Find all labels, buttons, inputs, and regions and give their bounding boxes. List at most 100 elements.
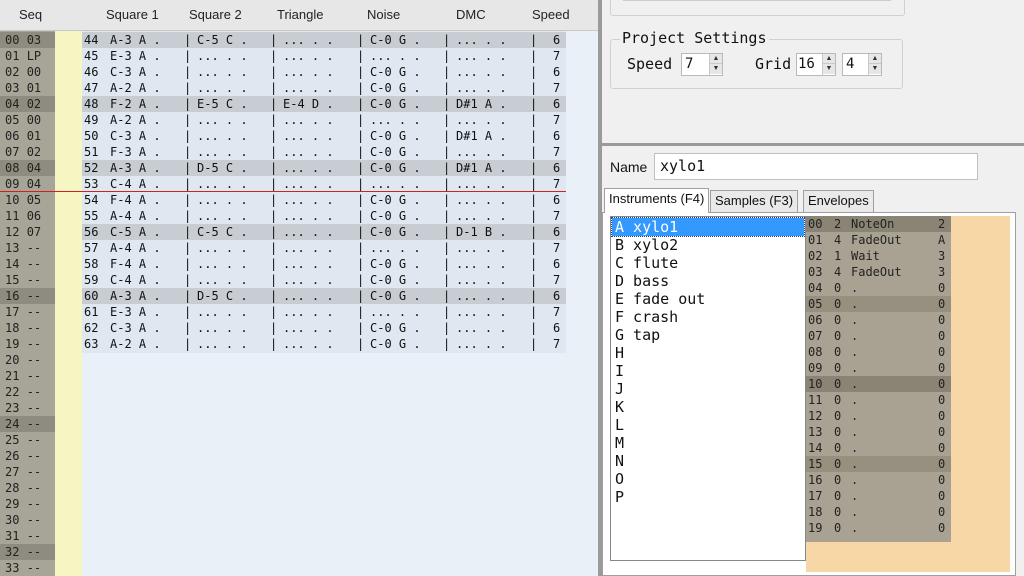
row-number[interactable]: 52 xyxy=(84,160,98,176)
grid-2-up-arrow-icon[interactable]: ▲ xyxy=(869,54,881,64)
top-field[interactable] xyxy=(623,0,891,1)
dmc-cell[interactable]: ... . . xyxy=(456,176,507,192)
square2-cell[interactable]: ... . . xyxy=(197,112,248,128)
triangle-cell[interactable]: ... . . xyxy=(283,192,334,208)
triangle-cell[interactable]: ... . . xyxy=(283,208,334,224)
row-number[interactable]: 46 xyxy=(84,64,98,80)
sequence-row[interactable]: 33 -- xyxy=(0,560,55,576)
row-number[interactable]: 54 xyxy=(84,192,98,208)
square2-cell[interactable]: ... . . xyxy=(197,48,248,64)
speed-cell[interactable]: 6 xyxy=(553,128,560,144)
row-number[interactable]: 63 xyxy=(84,336,98,352)
square2-cell[interactable]: ... . . xyxy=(197,192,248,208)
triangle-cell[interactable]: ... . . xyxy=(283,176,334,192)
pattern-editor[interactable]: Seq Square 1 Square 2 Triangle Noise DMC… xyxy=(0,0,598,576)
dmc-cell[interactable]: ... . . xyxy=(456,272,507,288)
instrument-list-item[interactable]: P xyxy=(612,488,804,506)
square2-cell[interactable]: ... . . xyxy=(197,128,248,144)
dmc-cell[interactable]: ... . . xyxy=(456,112,507,128)
envelope-row[interactable]: 01 4 FadeOut A xyxy=(806,232,951,248)
square1-cell[interactable]: E-3 A . xyxy=(110,48,161,64)
square1-cell[interactable]: A-4 A . xyxy=(110,240,161,256)
speed-cell[interactable]: 7 xyxy=(553,272,560,288)
speed-cell[interactable]: 7 xyxy=(553,240,560,256)
triangle-cell[interactable]: ... . . xyxy=(283,128,334,144)
sequence-row[interactable]: 28 -- xyxy=(0,480,55,496)
sequence-row[interactable]: 00 03 xyxy=(0,32,55,48)
square2-cell[interactable]: ... . . xyxy=(197,272,248,288)
row-number[interactable]: 60 xyxy=(84,288,98,304)
speed-cell[interactable]: 6 xyxy=(553,256,560,272)
speed-cell[interactable]: 7 xyxy=(553,208,560,224)
envelope-row[interactable]: 06 0. 0 xyxy=(806,312,951,328)
speed-cell[interactable]: 6 xyxy=(553,32,560,48)
dmc-cell[interactable]: ... . . xyxy=(456,48,507,64)
speed-cell[interactable]: 6 xyxy=(553,64,560,80)
sequence-row[interactable]: 04 02 xyxy=(0,96,55,112)
noise-cell[interactable]: C-0 G . xyxy=(370,96,421,112)
envelope-row[interactable]: 00 2 NoteOn 2 xyxy=(806,216,951,232)
pattern-row[interactable]: 48 F-2 A . E-5 C . E-4 D . C-0 G . D#1 A . 6 | |… xyxy=(82,96,566,112)
noise-cell[interactable]: C-0 G . xyxy=(370,144,421,160)
pattern-row[interactable]: 62 C-3 A . ... . . ... . . C-0 G . ... . . 6 | |… xyxy=(82,320,566,336)
noise-cell[interactable]: C-0 G . xyxy=(370,272,421,288)
row-number[interactable]: 47 xyxy=(84,80,98,96)
sequence-row[interactable]: 27 -- xyxy=(0,464,55,480)
speed-cell[interactable]: 7 xyxy=(553,80,560,96)
instrument-list-item[interactable]: G tap xyxy=(612,326,804,344)
envelope-row[interactable]: 18 0. 0 xyxy=(806,504,951,520)
sequence-row[interactable]: 29 -- xyxy=(0,496,55,512)
instrument-list-item[interactable]: M xyxy=(612,434,804,452)
instrument-list-item[interactable]: A xylo1 xyxy=(611,217,805,237)
square1-cell[interactable]: F-3 A . xyxy=(110,144,161,160)
square2-cell[interactable]: ... . . xyxy=(197,144,248,160)
envelope-row[interactable]: 12 0. 0 xyxy=(806,408,951,424)
speed-cell[interactable]: 6 xyxy=(553,192,560,208)
sequence-row[interactable]: 22 -- xyxy=(0,384,55,400)
envelope-row[interactable]: 07 0. 0 xyxy=(806,328,951,344)
noise-cell[interactable]: C-0 G . xyxy=(370,128,421,144)
square2-cell[interactable]: ... . . xyxy=(197,176,248,192)
square2-cell[interactable]: ... . . xyxy=(197,240,248,256)
tab-envelopes[interactable]: Envelopes xyxy=(803,190,874,212)
sequence-row[interactable]: 32 -- xyxy=(0,544,55,560)
square1-cell[interactable]: C-3 A . xyxy=(110,64,161,80)
envelope-row[interactable]: 17 0. 0 xyxy=(806,488,951,504)
noise-cell[interactable]: C-0 G . xyxy=(370,192,421,208)
triangle-cell[interactable]: ... . . xyxy=(283,32,334,48)
dmc-cell[interactable]: D#1 A . xyxy=(456,96,507,112)
sequence-row[interactable]: 13 -- xyxy=(0,240,55,256)
instrument-list[interactable]: A xylo1 B xylo2 C flute D bass E fade out F c… xyxy=(610,216,806,561)
square2-cell[interactable]: ... . . xyxy=(197,80,248,96)
square1-cell[interactable]: F-4 A . xyxy=(110,192,161,208)
sequence-row[interactable]: 31 -- xyxy=(0,528,55,544)
speed-cell[interactable]: 6 xyxy=(553,288,560,304)
pattern-row[interactable]: 51 F-3 A . ... . . ... . . C-0 G . ... . . 7 | |… xyxy=(82,144,566,160)
noise-cell[interactable]: C-0 G . xyxy=(370,224,421,240)
panel-divider[interactable] xyxy=(602,143,1024,146)
pattern-row[interactable]: 49 A-2 A . ... . . ... . . ... . . ... . . 7 | |… xyxy=(82,112,566,128)
sequence-row[interactable]: 25 -- xyxy=(0,432,55,448)
dmc-cell[interactable]: ... . . xyxy=(456,288,507,304)
row-number[interactable]: 57 xyxy=(84,240,98,256)
envelope-row[interactable]: 05 0. 0 xyxy=(806,296,951,312)
square1-cell[interactable]: A-3 A . xyxy=(110,160,161,176)
dmc-cell[interactable]: ... . . xyxy=(456,144,507,160)
envelope-row[interactable]: 15 0. 0 xyxy=(806,456,951,472)
speed-cell[interactable]: 6 xyxy=(553,224,560,240)
speed-cell[interactable]: 7 xyxy=(553,112,560,128)
sequence-row[interactable]: 26 -- xyxy=(0,448,55,464)
row-number[interactable]: 45 xyxy=(84,48,98,64)
row-number[interactable]: 59 xyxy=(84,272,98,288)
instrument-list-item[interactable]: L xyxy=(612,416,804,434)
triangle-cell[interactable]: ... . . xyxy=(283,224,334,240)
sequence-row[interactable]: 17 -- xyxy=(0,304,55,320)
instrument-list-item[interactable]: C flute xyxy=(612,254,804,272)
square1-cell[interactable]: A-2 A . xyxy=(110,112,161,128)
instrument-list-item[interactable]: D bass xyxy=(612,272,804,290)
triangle-cell[interactable]: ... . . xyxy=(283,288,334,304)
pattern-row[interactable]: 45 E-3 A . ... . . ... . . ... . . ... . . 7 | |… xyxy=(82,48,566,64)
instrument-list-item[interactable]: O xyxy=(612,470,804,488)
row-number[interactable]: 49 xyxy=(84,112,98,128)
envelope-row[interactable]: 16 0. 0 xyxy=(806,472,951,488)
